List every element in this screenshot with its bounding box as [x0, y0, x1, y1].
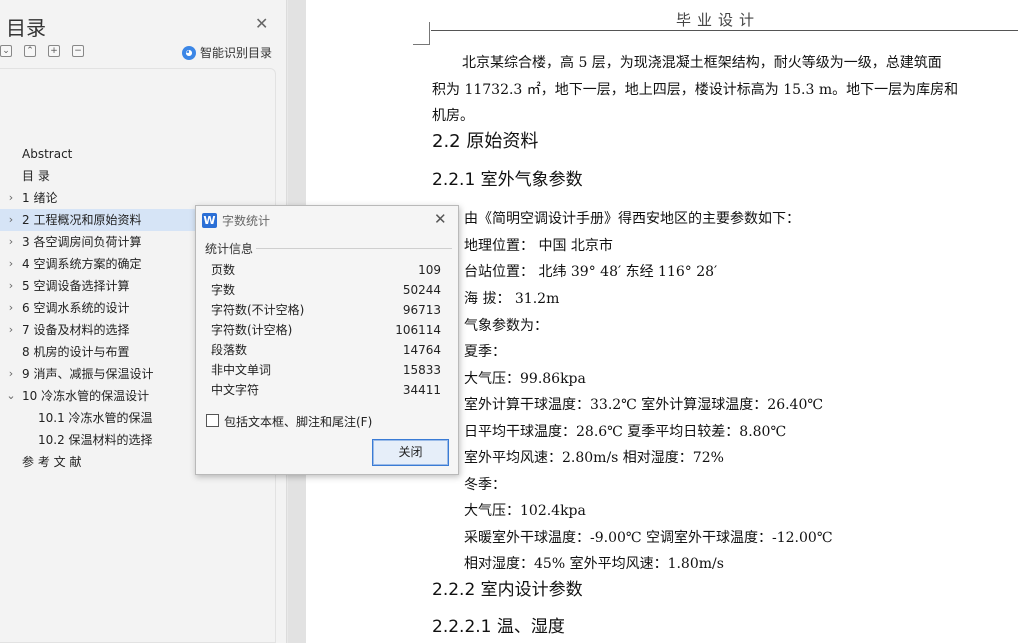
smart-toc-icon: ◕	[182, 45, 196, 60]
climate-line: 气象参数为：	[464, 318, 548, 334]
toc-item[interactable]: 目 录	[0, 165, 276, 187]
chevron-right-icon[interactable]: ›	[6, 363, 16, 385]
stat-value: 109	[418, 263, 441, 277]
toc-item-label: 10.2 保温材料的选择	[38, 433, 153, 447]
stat-label: 中文字符	[211, 383, 260, 397]
stat-row: 段落数 14764	[211, 340, 441, 360]
crop-mark	[413, 44, 430, 45]
expand-up-icon[interactable]: ⌃	[24, 45, 36, 57]
dialog-title: 字数统计	[222, 214, 271, 228]
toc-item-label: 2 工程概况和原始资料	[22, 213, 142, 227]
chevron-right-icon[interactable]: ›	[6, 253, 16, 275]
stat-value: 106114	[395, 323, 441, 337]
intro-line: 北京某综合楼，高 5 层，为现浇混凝土框架结构，耐火等级为一级，总建筑面	[462, 55, 942, 71]
climate-line: 相对湿度：45% 室外平均风速：1.80m/s	[464, 556, 724, 572]
add-level-icon[interactable]: +	[48, 45, 60, 57]
toc-close-icon[interactable]: ✕	[255, 14, 268, 33]
toc-item-label: 5 空调设备选择计算	[22, 279, 130, 293]
stats-section-label: 统计信息	[205, 242, 254, 256]
toc-item-label: 3 各空调房间负荷计算	[22, 235, 142, 249]
stat-row: 页数 109	[211, 260, 441, 280]
toc-item-label: 10.1 冷冻水管的保温	[38, 411, 153, 425]
toc-item-label: 1 绪论	[22, 191, 58, 205]
section-divider	[256, 248, 452, 249]
toc-item-label: 10 冷冻水管的保温设计	[22, 389, 150, 403]
toc-item-label: 参 考 文 献	[22, 455, 82, 469]
stat-row: 字符数(计空格) 106114	[211, 320, 441, 340]
stat-label: 非中文单词	[211, 363, 272, 377]
stat-row: 非中文单词 15833	[211, 360, 441, 380]
toc-item-label: 4 空调系统方案的确定	[22, 257, 142, 271]
toc-item-label: Abstract	[22, 147, 73, 161]
chevron-down-icon[interactable]: ⌄	[6, 385, 16, 407]
toc-item-label: 目 录	[22, 169, 50, 183]
stat-row: 字符数(不计空格) 96713	[211, 300, 441, 320]
heading-2-2: 2.2 原始资料	[432, 131, 539, 152]
dialog-titlebar[interactable]: W 字数统计 ✕	[196, 206, 458, 234]
stat-value: 15833	[402, 363, 441, 377]
stat-value: 96713	[402, 303, 441, 317]
wps-logo-icon: W	[202, 213, 217, 228]
climate-line: 由《简明空调设计手册》得西安地区的主要参数如下：	[464, 211, 800, 227]
chevron-right-icon[interactable]: ›	[6, 209, 16, 231]
toc-item-label: 6 空调水系统的设计	[22, 301, 130, 315]
heading-2-2-2: 2.2.2 室内设计参数	[432, 580, 583, 600]
chevron-right-icon[interactable]: ›	[6, 231, 16, 253]
toc-title: 目录	[6, 16, 46, 40]
remove-level-icon[interactable]: −	[72, 45, 84, 57]
intro-line: 积为 11732.3 ㎡，地下一层，地上四层，楼设计标高为 15.3 m。地下一…	[432, 82, 959, 98]
include-textbox-label[interactable]: 包括文本框、脚注和尾注(F)	[224, 413, 372, 430]
heading-2-2-2-1: 2.2.2.1 温、湿度	[432, 617, 565, 637]
chevron-right-icon[interactable]: ›	[6, 319, 16, 341]
smart-toc-label: 智能识别目录	[200, 46, 273, 60]
climate-line: 室外平均风速：2.80m/s 相对湿度：72%	[464, 450, 724, 466]
climate-line: 夏季：	[464, 344, 506, 360]
stat-label: 段落数	[211, 343, 248, 357]
climate-line: 室外计算干球温度：33.2℃ 室外计算湿球温度：26.40℃	[464, 397, 824, 413]
toc-item-label: 7 设备及材料的选择	[22, 323, 130, 337]
climate-line: 采暖室外干球温度：-9.00℃ 空调室外干球温度：-12.00℃	[464, 530, 833, 546]
stat-label: 字数	[211, 283, 236, 297]
chevron-right-icon[interactable]: ›	[6, 297, 16, 319]
collapse-all-icon[interactable]: ⌄	[0, 45, 12, 57]
header-rule	[431, 30, 1018, 31]
stat-label: 字符数(不计空格)	[211, 303, 305, 317]
stat-label: 页数	[211, 263, 236, 277]
dialog-close-icon[interactable]: ✕	[434, 210, 447, 228]
crop-mark	[429, 22, 430, 45]
stat-value: 14764	[402, 343, 441, 357]
chevron-right-icon[interactable]: ›	[6, 275, 16, 297]
toc-item-label: 9 消声、减振与保温设计	[22, 367, 154, 381]
toc-item[interactable]: Abstract	[0, 143, 276, 165]
intro-line: 机房。	[432, 108, 474, 124]
stat-value: 34411	[402, 383, 441, 397]
stat-label: 字符数(计空格)	[211, 323, 293, 337]
chevron-right-icon[interactable]: ›	[6, 187, 16, 209]
climate-line: 海 拔： 31.2m	[464, 291, 560, 307]
close-button[interactable]: 关闭	[372, 439, 449, 466]
word-count-dialog: W 字数统计 ✕ 统计信息 页数 109 字数 50244 字符数(不计空格) 96713…	[195, 205, 459, 475]
stat-value: 50244	[402, 283, 441, 297]
climate-line: 日平均干球温度：28.6℃ 夏季平均日较差：8.80℃	[464, 424, 787, 440]
include-textbox-checkbox[interactable]	[206, 414, 219, 427]
climate-line: 大气压：99.86kpa	[464, 371, 586, 387]
climate-line: 台站位置： 北纬 39° 48′ 东经 116° 28′	[464, 264, 718, 280]
climate-line: 冬季：	[464, 477, 506, 493]
smart-toc-button[interactable]: ◕ 智能识别目录	[182, 44, 272, 61]
heading-2-2-1: 2.2.1 室外气象参数	[432, 170, 583, 190]
climate-line: 大气压：102.4kpa	[464, 503, 586, 519]
climate-line: 地理位置： 中国 北京市	[464, 238, 613, 254]
stat-row: 字数 50244	[211, 280, 441, 300]
stat-row: 中文字符 34411	[211, 380, 441, 400]
toc-item-label: 8 机房的设计与布置	[22, 345, 130, 359]
page-header: 毕业设计	[676, 11, 761, 29]
